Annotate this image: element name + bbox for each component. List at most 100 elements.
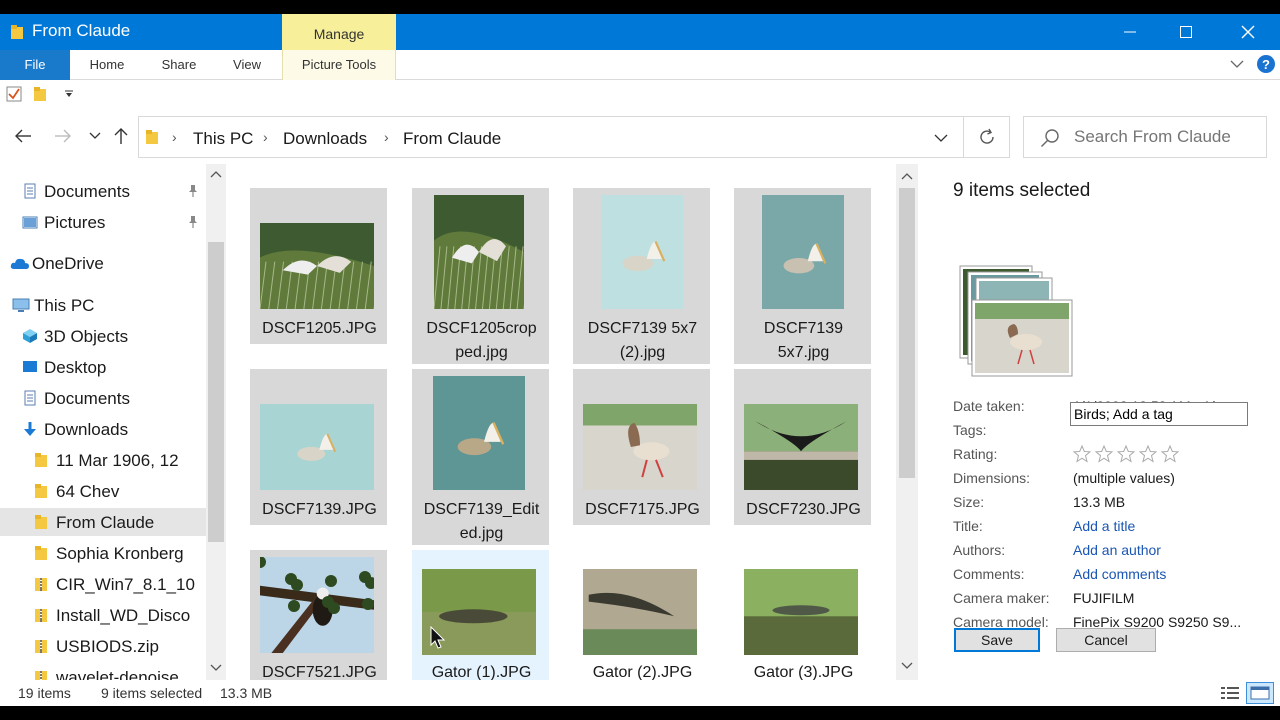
star-icon[interactable] xyxy=(1116,444,1136,468)
file-tile[interactable]: DSCF7521.JPG xyxy=(250,550,387,680)
scroll-down-icon[interactable] xyxy=(901,662,913,670)
expand-ribbon-icon[interactable] xyxy=(1230,59,1244,69)
nav-scrollbar[interactable] xyxy=(206,164,226,680)
properties-check-icon[interactable] xyxy=(6,86,22,102)
zip-icon xyxy=(34,669,50,680)
details-view-icon[interactable] xyxy=(1220,685,1240,701)
file-tile[interactable]: DSCF7139.JPG xyxy=(250,369,387,525)
breadcrumb-separator-icon[interactable]: › xyxy=(172,129,177,145)
nav-item-this-pc[interactable]: This PC xyxy=(0,291,206,319)
file-tile[interactable]: DSCF7139 5x7.jpg xyxy=(734,188,871,364)
minimize-button[interactable] xyxy=(1100,14,1160,50)
nav-item-11-mar-1906-12[interactable]: 11 Mar 1906, 12 xyxy=(0,446,206,474)
nav-item-64-chev[interactable]: 64 Chev xyxy=(0,477,206,505)
new-folder-icon[interactable] xyxy=(33,86,47,102)
property-value[interactable]: Add a title xyxy=(1073,518,1135,534)
nav-item-documents[interactable]: Documents xyxy=(0,177,206,205)
address-divider xyxy=(963,117,964,157)
file-tile[interactable]: Gator (2).JPG xyxy=(573,550,710,680)
property-value[interactable]: Add an author xyxy=(1073,542,1161,558)
recent-locations-chevron-icon[interactable] xyxy=(89,132,101,140)
tab-share[interactable]: Share xyxy=(150,50,208,80)
customize-toolbar-icon[interactable] xyxy=(64,90,74,98)
property-value: 13.3 MB xyxy=(1073,494,1126,510)
scroll-thumb[interactable] xyxy=(899,188,915,478)
property-value[interactable]: Add comments xyxy=(1073,566,1166,582)
file-tile[interactable]: Gator (3).JPG xyxy=(734,550,871,680)
tab-view[interactable]: View xyxy=(222,50,272,80)
up-arrow-icon[interactable] xyxy=(114,127,128,145)
address-bar[interactable]: › This PC › Downloads › From Claude xyxy=(138,116,1010,158)
scroll-up-icon[interactable] xyxy=(210,170,222,178)
maximize-button[interactable] xyxy=(1156,14,1216,50)
manage-context-tab[interactable]: Manage xyxy=(282,14,396,50)
nav-item-label: Downloads xyxy=(44,420,129,439)
pin-icon[interactable] xyxy=(186,183,200,203)
search-box[interactable] xyxy=(1023,116,1267,158)
nav-item-pictures[interactable]: Pictures xyxy=(0,208,206,236)
back-arrow-icon[interactable] xyxy=(14,129,32,143)
nav-item-sophia-kronberg[interactable]: Sophia Kronberg xyxy=(0,539,206,567)
status-bar: 19 items 9 items selected 13.3 MB xyxy=(0,680,1280,706)
breadcrumb-separator-icon[interactable]: › xyxy=(384,129,389,145)
file-tile[interactable]: DSCF1205.JPG xyxy=(250,188,387,344)
forward-arrow-icon[interactable] xyxy=(54,129,72,143)
nav-item-documents[interactable]: Documents xyxy=(0,384,206,412)
scroll-up-icon[interactable] xyxy=(901,172,913,180)
nav-item-from-claude[interactable]: From Claude xyxy=(0,508,206,536)
file-name: DSCF7139 xyxy=(763,320,844,337)
breadcrumb-separator-icon[interactable]: › xyxy=(263,129,268,145)
pin-icon[interactable] xyxy=(186,214,200,234)
minimize-icon xyxy=(1124,31,1136,33)
star-icon[interactable] xyxy=(1138,444,1158,468)
cancel-button[interactable]: Cancel xyxy=(1056,628,1156,652)
star-icon[interactable] xyxy=(1094,444,1114,468)
scroll-down-icon[interactable] xyxy=(210,664,222,672)
star-icon[interactable] xyxy=(1160,444,1180,468)
selected-size: 13.3 MB xyxy=(220,685,273,701)
breadcrumb-downloads[interactable]: Downloads xyxy=(283,129,367,149)
large-icons-view-icon[interactable] xyxy=(1246,682,1274,704)
property-label: Comments: xyxy=(953,566,1025,582)
documents-icon xyxy=(22,183,38,199)
folder-icon xyxy=(146,130,158,144)
search-input[interactable] xyxy=(1074,126,1262,148)
nav-item-usbiods-zip[interactable]: USBIODS.zip xyxy=(0,632,206,660)
file-tile[interactable]: DSCF7139_Edit ed.jpg xyxy=(412,369,549,545)
scroll-thumb[interactable] xyxy=(208,242,224,542)
save-button[interactable]: Save xyxy=(954,628,1040,652)
nav-item-desktop[interactable]: Desktop xyxy=(0,353,206,381)
star-icon[interactable] xyxy=(1072,444,1092,468)
property-label: Date taken: xyxy=(953,398,1025,414)
nav-item-cir-win7-8-1-10[interactable]: CIR_Win7_8.1_10 xyxy=(0,570,206,598)
file-tile[interactable]: DSCF7230.JPG xyxy=(734,369,871,525)
file-tile[interactable]: DSCF1205crop ped.jpg xyxy=(412,188,549,364)
tab-home[interactable]: Home xyxy=(78,50,136,80)
nav-item-label: 3D Objects xyxy=(44,327,129,346)
nav-item-label: Install_WD_Disco xyxy=(56,606,191,625)
tab-file[interactable]: File xyxy=(0,50,70,80)
file-tile[interactable]: Gator (1).JPG xyxy=(412,550,549,680)
file-name: DSCF7521.JPG xyxy=(262,664,377,680)
tags-input[interactable] xyxy=(1070,402,1248,426)
nav-item-wavelet-denoise[interactable]: wavelet-denoise xyxy=(0,663,206,680)
help-icon[interactable]: ? xyxy=(1256,54,1276,74)
address-history-chevron-icon[interactable] xyxy=(934,134,948,143)
title-bar[interactable]: From Claude Manage xyxy=(0,14,1280,50)
file-tile[interactable]: DSCF7175.JPG xyxy=(573,369,710,525)
file-grid-scrollbar[interactable] xyxy=(896,164,918,680)
nav-item-label: Documents xyxy=(44,389,130,408)
file-thumbnail xyxy=(601,195,683,314)
file-tile[interactable]: DSCF7139 5x7 (2).jpg xyxy=(573,188,710,364)
breadcrumb-from-claude[interactable]: From Claude xyxy=(403,129,501,149)
breadcrumb-this-pc[interactable]: This PC xyxy=(193,129,253,149)
nav-item-downloads[interactable]: Downloads xyxy=(0,415,206,443)
nav-item-label: Pictures xyxy=(44,213,106,232)
refresh-icon[interactable] xyxy=(978,128,996,146)
file-name: (2).jpg xyxy=(619,344,666,361)
nav-item-install-wd-disco[interactable]: Install_WD_Disco xyxy=(0,601,206,629)
close-button[interactable] xyxy=(1218,14,1278,50)
nav-item-onedrive[interactable]: OneDrive xyxy=(0,249,206,277)
tab-picture-tools[interactable]: Picture Tools xyxy=(282,50,396,80)
nav-item-3d-objects[interactable]: 3D Objects xyxy=(0,322,206,350)
